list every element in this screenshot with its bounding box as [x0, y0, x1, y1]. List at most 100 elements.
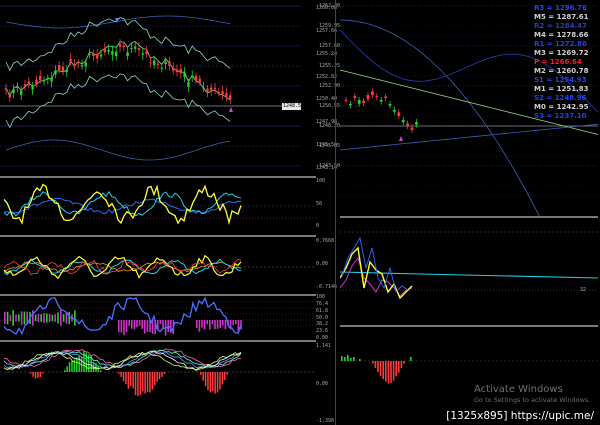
candle-body — [198, 78, 201, 83]
histogram-bar — [395, 361, 397, 377]
pivot-level-label: S1 = 1254.93 — [534, 76, 587, 84]
histogram-bar — [207, 372, 209, 391]
pivot-level-label: S3 = 1237.10 — [534, 112, 587, 120]
histogram-bar — [88, 354, 90, 372]
left-osc1-pane[interactable] — [0, 178, 316, 234]
candle-body — [126, 52, 129, 57]
axis-tick-label: 0 — [316, 223, 320, 229]
histogram-bar — [222, 320, 224, 326]
histogram-bar — [64, 370, 66, 372]
axis-tick-label: 0.00 — [316, 335, 329, 341]
histogram-bar — [390, 361, 392, 384]
histogram-bar — [128, 320, 130, 326]
candle-body — [357, 100, 361, 104]
histogram-bar — [122, 372, 125, 382]
histogram-bar — [410, 357, 412, 361]
histogram-bar — [32, 372, 34, 377]
candle-body — [366, 95, 370, 99]
histogram-bar — [127, 372, 130, 389]
candle-body — [80, 65, 84, 67]
candle-body — [61, 66, 65, 72]
histogram-bar — [43, 313, 45, 323]
envelope-lower-line — [5, 139, 231, 161]
left-price-pane[interactable] — [0, 0, 301, 176]
histogram-chart — [0, 348, 316, 397]
candle-body — [206, 88, 209, 93]
histogram-bar — [37, 313, 40, 323]
candle-body — [69, 59, 72, 62]
histogram-bar — [34, 314, 37, 322]
axis-tick-label: 100 — [316, 294, 326, 300]
histogram-bar — [211, 320, 214, 325]
candle-body — [39, 75, 42, 81]
axis-tick-label: 50.0 — [316, 314, 329, 321]
candle-body — [210, 87, 213, 91]
histogram-bar — [141, 320, 143, 329]
histogram-bar — [76, 357, 78, 372]
histogram-bar — [6, 311, 9, 325]
candle-body — [96, 53, 99, 59]
histogram-bar — [156, 372, 158, 382]
histogram-bar — [158, 372, 161, 380]
fractal-down-arrow-icon — [229, 107, 233, 112]
candle-body — [384, 96, 387, 98]
histogram-bar — [146, 372, 149, 393]
histogram-bar — [65, 312, 68, 324]
histogram-bar — [136, 320, 138, 328]
histogram-bar — [34, 372, 37, 379]
right-osc1-pane[interactable] — [340, 218, 598, 325]
histogram-bar — [398, 361, 400, 373]
histogram-bar — [60, 310, 62, 326]
candle-body — [213, 87, 217, 89]
histogram-bar — [48, 313, 51, 323]
left-osc2-axis-labels: 0.7668 0.00 -0.7146 — [316, 237, 340, 293]
histogram-bar — [134, 372, 137, 396]
histogram-bar — [118, 320, 120, 333]
histogram-bar — [235, 320, 237, 325]
candle-body — [20, 90, 23, 95]
histogram-bar — [4, 311, 6, 325]
axis-tick-label: 1245.85 — [319, 143, 341, 149]
candle-body — [92, 53, 95, 57]
candle-body — [156, 63, 160, 65]
histogram-bar — [37, 372, 39, 378]
axis-tick-label: 0.00 — [316, 261, 329, 267]
candle-body — [84, 62, 87, 67]
histogram-bar — [120, 320, 123, 333]
candle-body — [12, 89, 15, 94]
histogram-bar — [54, 314, 56, 322]
indicator-line — [3, 351, 242, 371]
candle-body — [46, 77, 49, 79]
candle-body — [401, 120, 405, 123]
histogram-bar — [387, 361, 390, 384]
pivot-level-label: M5 = 1287.61 — [534, 13, 589, 21]
histogram-bar — [71, 360, 73, 372]
left-osc4-pane[interactable] — [0, 342, 316, 425]
histogram-bar — [209, 372, 212, 393]
histogram-bar — [224, 320, 227, 329]
histogram-bar — [133, 320, 136, 330]
histogram-bar — [39, 372, 42, 377]
candle-body — [191, 75, 194, 77]
candle-body — [202, 87, 205, 89]
left-osc3-pane[interactable] — [0, 296, 316, 340]
pivot-level-label: M0 = 1242.95 — [534, 103, 589, 111]
histogram-bar — [206, 320, 208, 325]
histogram-bar — [400, 361, 403, 369]
candle-body — [371, 91, 374, 95]
candle-body — [103, 48, 106, 53]
candle-body — [179, 68, 182, 74]
axis-tick-label: -0.7146 — [316, 284, 338, 290]
histogram-bar — [46, 313, 48, 323]
candle-body — [65, 69, 68, 73]
pivot-level-label: M3 = 1269.72 — [534, 49, 589, 57]
candle-body — [362, 100, 365, 103]
candle-body — [137, 48, 141, 50]
candle-body — [58, 65, 61, 70]
histogram-bar — [62, 314, 65, 322]
histogram-bar — [219, 372, 221, 390]
histogram-bar — [12, 310, 14, 326]
histogram-bar — [403, 361, 405, 364]
histogram-bar — [130, 372, 132, 387]
left-osc2-pane[interactable] — [0, 237, 316, 293]
